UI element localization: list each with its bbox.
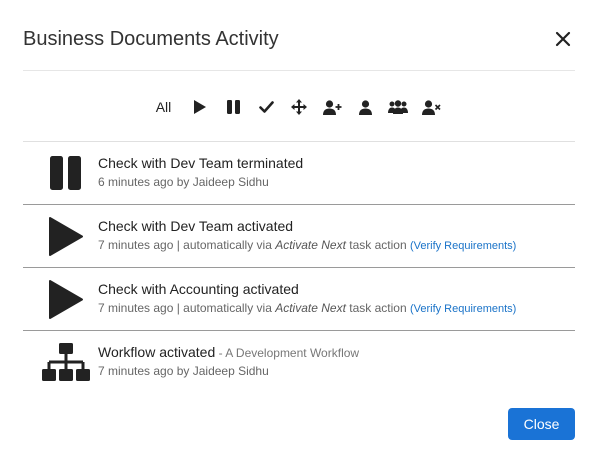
filter-move-arrows-icon[interactable] [283, 96, 316, 118]
filter-user-add-icon[interactable] [316, 96, 349, 118]
activity-filter-bar: All [0, 96, 597, 118]
activity-title: Check with Dev Team terminated [98, 155, 304, 171]
activity-dialog: Business Documents Activity All Check wi… [0, 0, 597, 456]
filter-all[interactable]: All [150, 96, 178, 118]
close-button[interactable]: Close [508, 408, 575, 440]
dialog-header: Business Documents Activity [23, 26, 575, 52]
activity-row: Workflow activated - A Development Workf… [23, 330, 575, 393]
activity-row: Check with Accounting activated 7 minute… [23, 267, 575, 330]
header-divider [23, 70, 575, 71]
activity-row: Check with Dev Team terminated 6 minutes… [23, 141, 575, 204]
play-icon [41, 217, 91, 257]
activity-action-name: Activate Next [275, 238, 346, 252]
activity-title: Check with Dev Team activated [98, 218, 294, 234]
activity-title-text: Workflow activated [98, 344, 216, 360]
activity-subtitle-suffix: task action [345, 238, 410, 252]
verify-requirements-link[interactable]: (Verify Requirements) [410, 240, 516, 252]
activity-subtitle-text: 7 minutes ago | automatically via [98, 238, 276, 252]
activity-subtitle-text: 7 minutes ago | automatically via [98, 301, 276, 315]
close-icon[interactable] [555, 31, 571, 47]
workflow-name: - A Development Workflow [215, 346, 360, 360]
activity-subtitle: 7 minutes ago by Jaideep Sidhu [98, 364, 269, 378]
activity-row: Check with Dev Team activated 7 minutes … [23, 204, 575, 267]
activity-subtitle: 7 minutes ago | automatically via Activa… [98, 238, 516, 252]
pause-icon [41, 154, 91, 194]
verify-requirements-link[interactable]: (Verify Requirements) [410, 303, 516, 315]
filter-play-icon[interactable] [184, 96, 217, 118]
activity-list: Check with Dev Team terminated 6 minutes… [23, 141, 575, 393]
workflow-hierarchy-icon [41, 343, 91, 383]
play-icon [41, 280, 91, 320]
filter-user-remove-icon[interactable] [415, 96, 448, 118]
activity-subtitle: 7 minutes ago | automatically via Activa… [98, 301, 516, 315]
filter-check-icon[interactable] [250, 96, 283, 118]
activity-title: Workflow activated - A Development Workf… [98, 344, 359, 360]
dialog-title: Business Documents Activity [23, 28, 279, 50]
filter-pause-icon[interactable] [217, 96, 250, 118]
activity-action-name: Activate Next [275, 301, 346, 315]
filter-user-icon[interactable] [349, 96, 382, 118]
activity-subtitle: 6 minutes ago by Jaideep Sidhu [98, 175, 269, 189]
filter-users-group-icon[interactable] [382, 96, 415, 118]
activity-title: Check with Accounting activated [98, 281, 299, 297]
activity-subtitle-suffix: task action [345, 301, 410, 315]
